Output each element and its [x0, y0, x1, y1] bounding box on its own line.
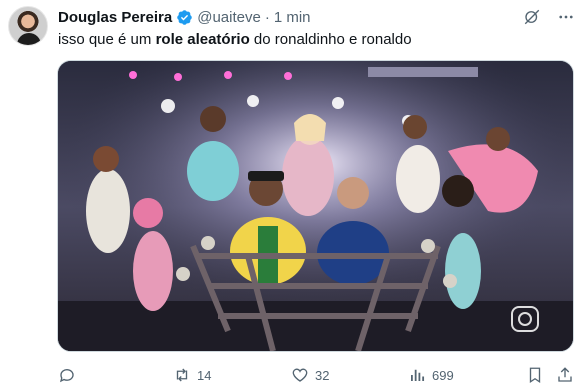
- share-icon: [558, 367, 572, 382]
- reply-icon: [59, 369, 74, 383]
- header-actions: [522, 7, 576, 27]
- post-text: isso que é um role aleatório do ronaldin…: [58, 30, 412, 50]
- bookmark-icon: [529, 367, 541, 384]
- post-text-prefix: isso que é um: [58, 31, 156, 48]
- post-text-suffix: do ronaldinho e ronaldo: [249, 31, 412, 48]
- post-text-bold: role aleatório: [155, 31, 250, 48]
- post-media-image[interactable]: [57, 60, 574, 352]
- author-display-name[interactable]: Douglas Pereira: [58, 9, 172, 26]
- author-handle[interactable]: @uaiteve: [197, 9, 261, 26]
- video-still-illustration: [58, 61, 573, 351]
- share-button[interactable]: [556, 364, 574, 386]
- heart-icon: [292, 368, 308, 382]
- views-button[interactable]: 699: [408, 364, 454, 386]
- views-count: 699: [432, 367, 454, 383]
- repost-icon: [176, 368, 188, 382]
- author-avatar[interactable]: [8, 6, 48, 46]
- like-count: 32: [315, 367, 330, 383]
- bookmark-button[interactable]: [526, 364, 544, 386]
- post-header: Douglas Pereira @uaiteve · 1 min: [58, 7, 576, 27]
- repost-button[interactable]: 14: [173, 364, 211, 386]
- repost-count: 14: [197, 367, 212, 383]
- views-icon: [411, 369, 425, 381]
- like-button[interactable]: 32: [291, 364, 329, 386]
- separator-dot: ·: [264, 8, 270, 26]
- reply-button[interactable]: [58, 364, 82, 386]
- post-timestamp[interactable]: 1 min: [274, 9, 311, 26]
- more-icon[interactable]: [556, 7, 576, 27]
- verified-badge-icon: [177, 9, 192, 25]
- post-action-bar: 14 32 699: [58, 364, 574, 386]
- grok-icon[interactable]: [522, 7, 542, 27]
